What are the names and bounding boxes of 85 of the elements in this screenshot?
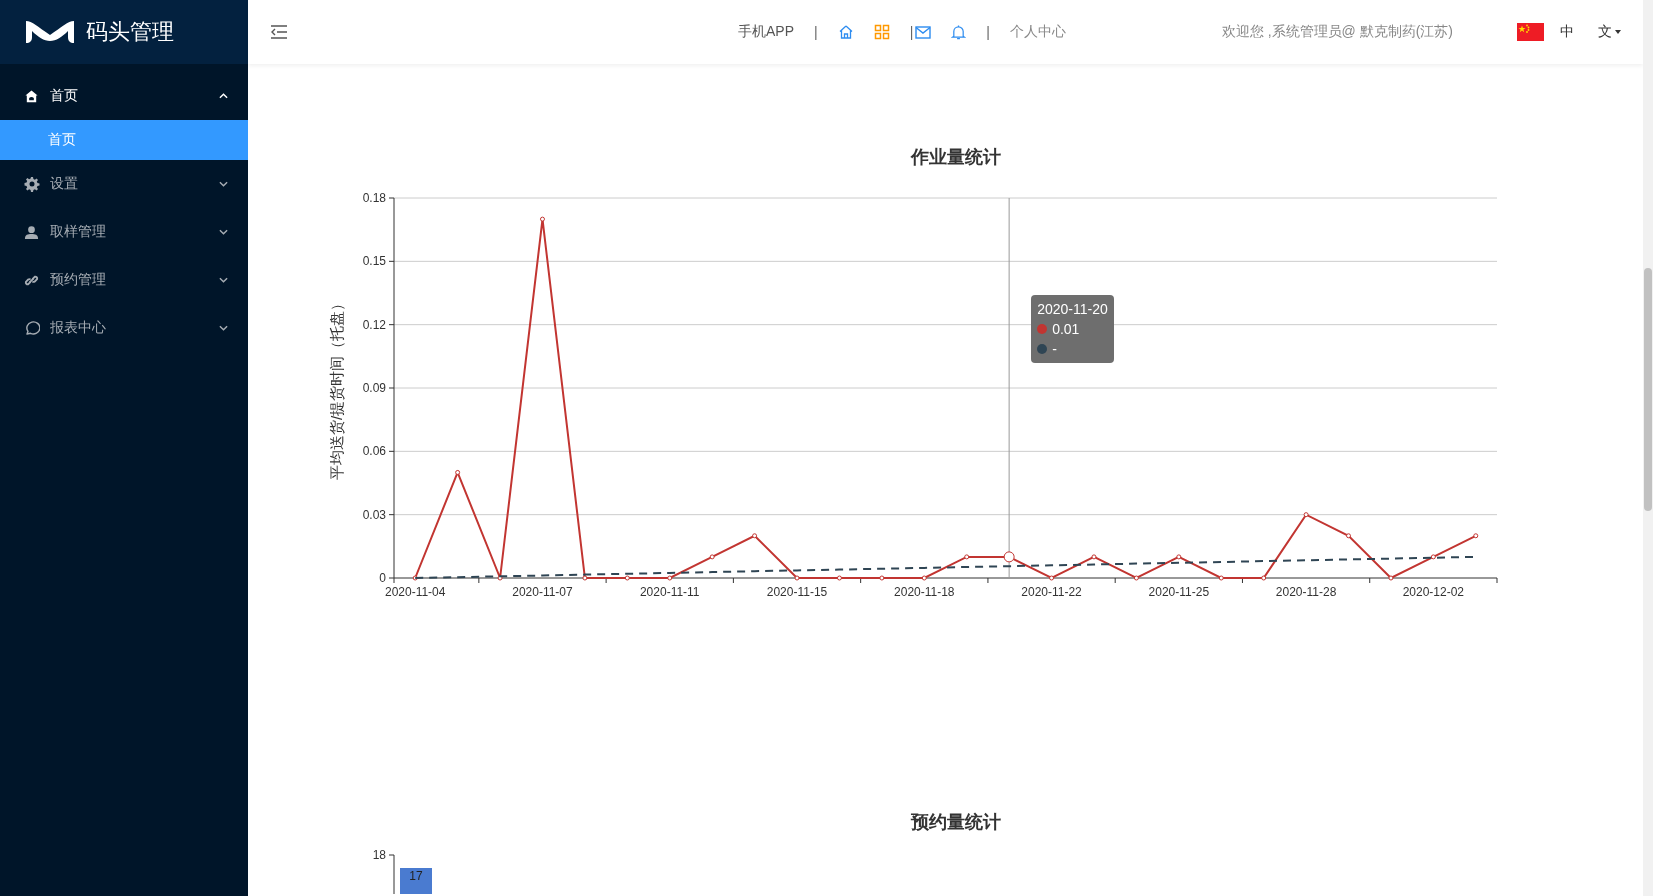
language-label[interactable]: 中 xyxy=(1560,23,1574,41)
data-point xyxy=(836,575,842,581)
data-label: 17 xyxy=(409,869,423,883)
chevron-down-icon xyxy=(219,277,228,283)
axis-label: 0 xyxy=(379,571,386,585)
mail-icon[interactable] xyxy=(915,25,932,39)
axis-label: 2020-11-07 xyxy=(512,585,573,599)
axis-label: 2020-11-28 xyxy=(1275,585,1337,599)
app-title: 码头管理 xyxy=(86,18,174,46)
menu-item[interactable]: 首页 xyxy=(0,72,248,120)
data-point xyxy=(582,575,588,581)
data-point xyxy=(540,216,545,222)
data-point xyxy=(1133,575,1139,581)
bell-icon[interactable] xyxy=(951,23,967,41)
welcome-text: 欢迎您 ,系统管理员@ 默克制药(江苏) xyxy=(1221,23,1453,41)
logo-icon xyxy=(24,19,76,45)
separator: | xyxy=(814,24,818,40)
settings-icon xyxy=(24,176,40,192)
home-icon[interactable] xyxy=(837,24,854,40)
chat-icon xyxy=(24,320,40,336)
axis-label: 0.03 xyxy=(362,507,386,522)
axis-label: 2020-11-22 xyxy=(1021,585,1082,599)
axis-label: 2020-11-25 xyxy=(1148,585,1210,599)
menu-item[interactable]: 设置 xyxy=(0,160,248,208)
tooltip-title: 2020-11-20 xyxy=(1037,300,1108,319)
flag-icon[interactable] xyxy=(1517,23,1544,41)
y-axis xyxy=(388,854,395,894)
data-point xyxy=(1303,512,1309,518)
chevron-down-icon xyxy=(219,229,228,235)
chevron-down-icon xyxy=(219,181,228,187)
data-point xyxy=(1473,533,1479,539)
separator: | xyxy=(986,24,990,40)
data-point xyxy=(497,575,503,581)
menu-item[interactable]: 预约管理 xyxy=(0,256,248,304)
axis-label: 2020-11-15 xyxy=(766,585,828,599)
chevron-down-icon xyxy=(219,325,228,331)
axis-label: 2020-11-04 xyxy=(384,585,446,599)
data-point xyxy=(1346,533,1351,539)
axis-label: 0.09 xyxy=(362,381,386,395)
axis-label: 0.15 xyxy=(362,254,386,269)
menu-item[interactable]: 取样管理 xyxy=(0,208,248,256)
axis-label: 2020-11-18 xyxy=(894,585,955,599)
data-point xyxy=(1091,554,1097,560)
axis-title: 平均送货/提货时间（托盘） xyxy=(328,295,345,481)
axis-label: 0.06 xyxy=(362,444,386,459)
app-link[interactable]: 手机APP xyxy=(738,23,794,41)
data-point xyxy=(1049,575,1055,581)
axis-label: 0.18 xyxy=(362,191,386,205)
data-point xyxy=(879,575,885,581)
scrollbar-thumb[interactable] xyxy=(1644,268,1652,511)
profile-link[interactable]: 个人中心 xyxy=(1009,23,1066,41)
bar xyxy=(400,868,432,894)
data-point xyxy=(1003,551,1015,563)
axis-label: 2020-11-11 xyxy=(639,585,700,599)
data-point xyxy=(1261,575,1267,581)
data-point xyxy=(412,575,418,581)
menu-item[interactable]: 报表中心 xyxy=(0,304,248,352)
axis-label: 2020-12-02 xyxy=(1402,585,1465,599)
user-icon xyxy=(24,224,39,240)
data-point xyxy=(752,533,758,539)
caret-icon xyxy=(1615,30,1621,34)
tooltip-value: 0.01 xyxy=(1052,320,1080,339)
chart-title: 作业量统计 xyxy=(910,146,1001,169)
data-point xyxy=(921,575,927,581)
data-point xyxy=(964,554,970,560)
data-point xyxy=(1430,554,1436,560)
chart-title: 预约量统计 xyxy=(910,811,1001,834)
chevron-up-icon xyxy=(219,93,228,99)
home-icon xyxy=(24,88,39,104)
axis-label: 18 xyxy=(372,848,386,862)
data-point xyxy=(1176,554,1182,560)
data-point xyxy=(624,575,630,581)
data-point xyxy=(709,554,715,560)
language-menu[interactable]: 文 xyxy=(1598,23,1621,41)
data-point xyxy=(1218,575,1224,581)
data-point xyxy=(667,575,673,581)
menu-icon[interactable] xyxy=(270,25,288,39)
scrollbar[interactable] xyxy=(1643,0,1653,896)
data-point xyxy=(455,469,461,475)
separator: | xyxy=(909,24,914,40)
tooltip-value: - xyxy=(1052,340,1057,359)
grid-icon[interactable] xyxy=(873,24,890,40)
axis-label: 0.12 xyxy=(362,317,386,332)
data-point xyxy=(1388,575,1394,581)
data-point xyxy=(794,575,800,581)
